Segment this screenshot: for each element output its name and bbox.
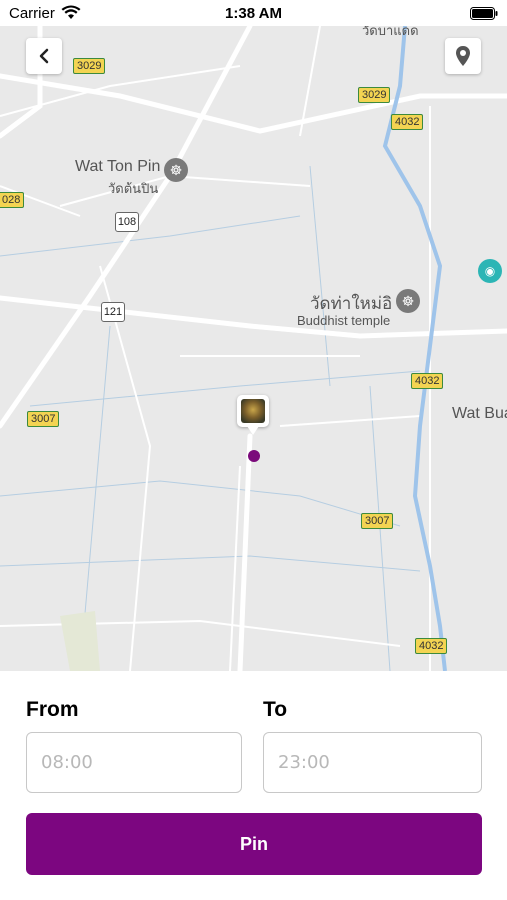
battery-icon (470, 7, 498, 20)
map-view[interactable]: 3029 3029 4032 028 3007 4032 3007 4032 1… (0, 26, 507, 671)
road-shield: 3029 (73, 58, 106, 74)
to-time-input[interactable] (263, 732, 482, 793)
temple-icon[interactable]: ☸ (164, 158, 188, 182)
place-thumbnail (241, 399, 265, 423)
place-marker[interactable] (237, 395, 269, 441)
current-location-dot (248, 450, 260, 462)
road-shield: 028 (0, 192, 25, 208)
to-label: To (263, 698, 288, 721)
location-pin-icon (456, 46, 470, 66)
status-bar: Carrier 1:38 AM (0, 0, 507, 26)
place-marker-tail (247, 426, 259, 435)
temple-icon[interactable]: ☸ (396, 289, 420, 313)
road-shield: 4032 (411, 373, 444, 389)
map-label-wat-ton-pin: Wat Ton Pin (75, 158, 161, 175)
map-label-wat-ton-pin-thai: วัดต้นปิน (108, 181, 159, 196)
my-location-button[interactable] (445, 38, 481, 74)
route-marker: 108 (115, 212, 139, 232)
back-button[interactable] (26, 38, 62, 74)
road-shield: 3029 (358, 87, 391, 103)
map-label-buddhist-temple: Buddhist temple (297, 313, 391, 328)
camera-icon[interactable]: ◉ (478, 259, 502, 283)
from-label: From (26, 698, 79, 721)
road-shield: 3007 (361, 513, 394, 529)
road-shield: 4032 (391, 114, 424, 130)
road-shield: 3007 (27, 411, 60, 427)
route-marker: 121 (101, 302, 125, 322)
road-shield: 4032 (415, 638, 448, 654)
place-marker-card (237, 395, 269, 427)
map-roads (0, 26, 507, 671)
pin-button[interactable]: Pin (26, 813, 482, 875)
time-pin-sheet: From To Pin (0, 671, 507, 900)
map-label-top-thai: วัดบาแดด (362, 26, 419, 38)
map-label-wat-bua: Wat Bua (452, 405, 507, 422)
status-time: 1:38 AM (225, 5, 282, 22)
from-time-input[interactable] (26, 732, 242, 793)
chevron-left-icon (39, 48, 49, 64)
